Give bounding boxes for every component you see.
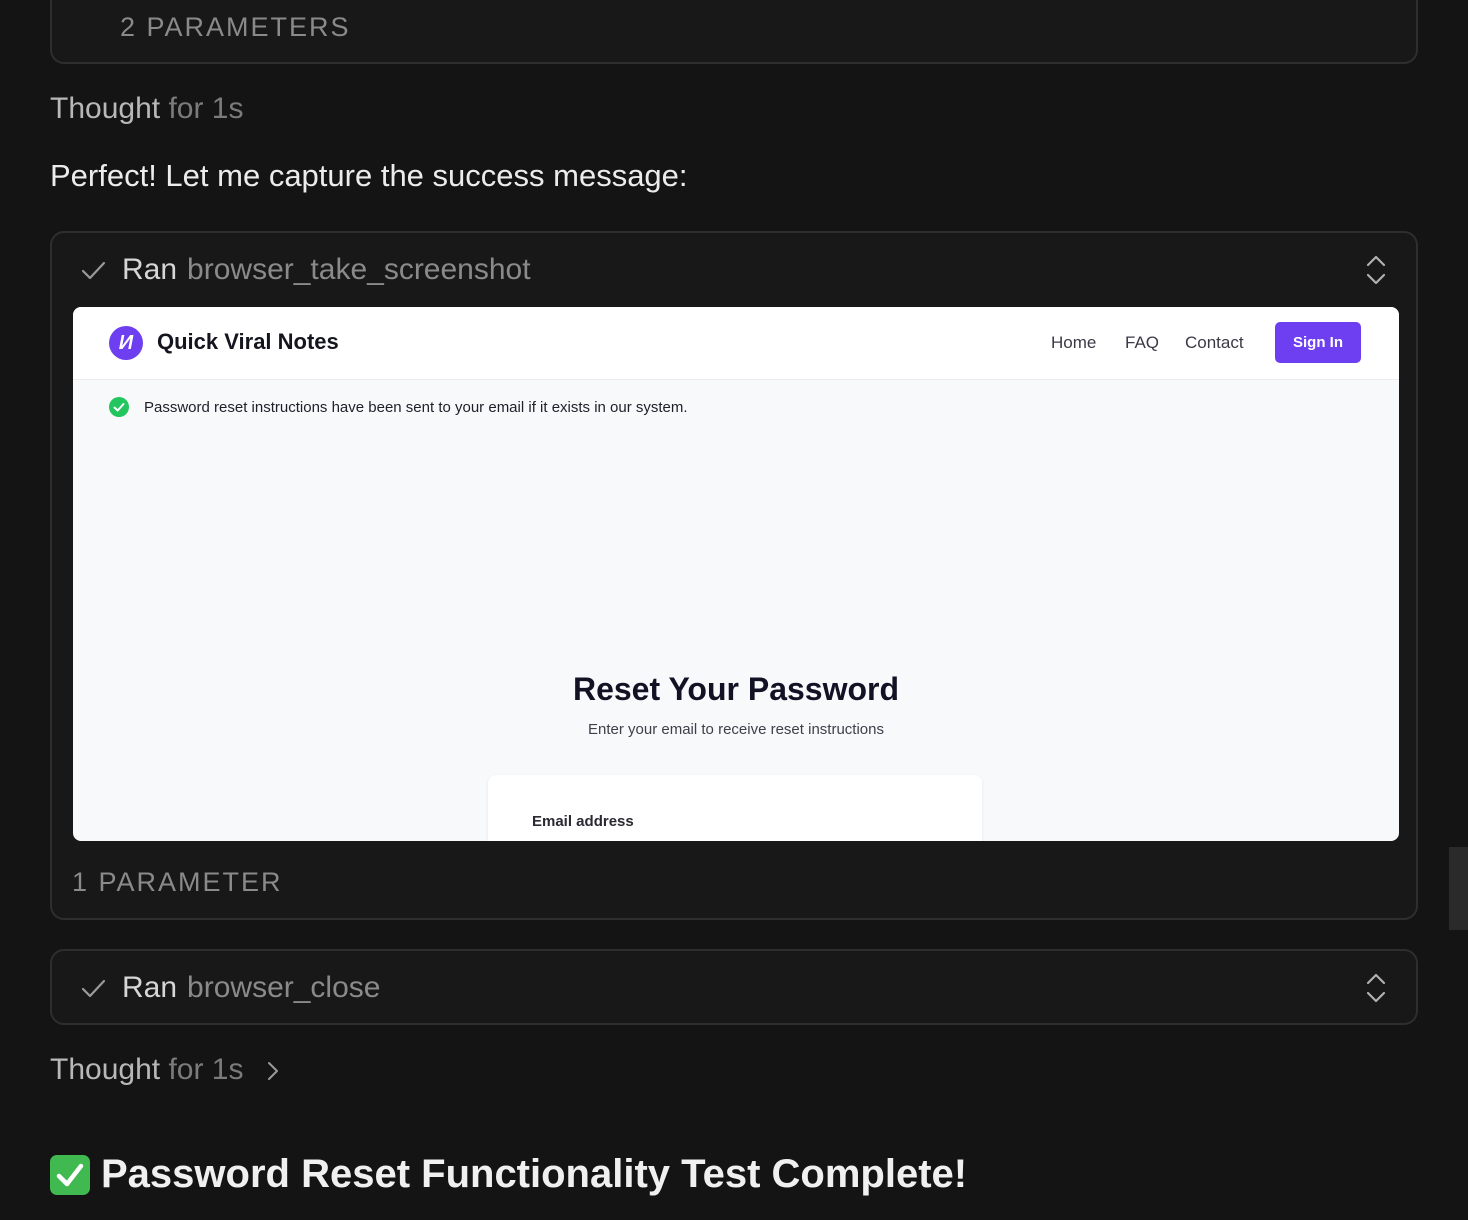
params-label[interactable]: 2 PARAMETERS: [120, 12, 351, 43]
tool-name: browser_close: [187, 971, 381, 1004]
sign-in-button: Sign In: [1275, 322, 1361, 363]
tool-card-screenshot: Ran browser_take_screenshot И Quick Vira…: [50, 231, 1418, 920]
tool-header[interactable]: Ran browser_take_screenshot: [78, 247, 531, 293]
nav-faq-link: FAQ: [1125, 333, 1160, 352]
check-mark-button-icon: [50, 1154, 90, 1195]
tool-card-close: Ran browser_close: [50, 949, 1418, 1025]
previous-tool-card: 2 PARAMETERS: [50, 0, 1418, 64]
reset-form-card: Email address: [488, 775, 982, 841]
success-text: Password reset instructions have been se…: [144, 398, 688, 416]
reset-subtitle: Enter your email to receive reset instru…: [588, 721, 884, 738]
thought-duration: for 1s: [168, 92, 244, 125]
expand-collapse-icon[interactable]: [1364, 971, 1388, 1005]
site-brand: Quick Viral Notes: [157, 329, 339, 354]
site-navbar: И Quick Viral Notes Home FAQ Contact Sig…: [73, 307, 1399, 380]
thought-label: Thought: [50, 1053, 161, 1086]
screenshot-preview: И Quick Viral Notes Home FAQ Contact Sig…: [73, 307, 1399, 841]
ran-label: Ran: [122, 971, 178, 1004]
reset-title: Reset Your Password: [572, 671, 900, 707]
scrollbar-thumb[interactable]: [1449, 847, 1468, 930]
tool-name: browser_take_screenshot: [187, 253, 531, 286]
nav-contact-link: Contact: [1185, 333, 1244, 352]
thought-duration: for 1s: [168, 1053, 244, 1086]
final-heading: Password Reset Functionality Test Comple…: [50, 1152, 967, 1197]
expand-collapse-icon[interactable]: [1364, 253, 1388, 287]
params-label[interactable]: 1 PARAMETER: [72, 867, 283, 898]
thought-indicator[interactable]: Thought for 1s: [50, 1053, 280, 1087]
check-icon: [81, 261, 106, 280]
email-label: Email address: [532, 813, 634, 830]
nav-home-link: Home: [1051, 333, 1097, 352]
success-alert: Password reset instructions have been se…: [109, 397, 688, 417]
tool-header[interactable]: Ran browser_close: [78, 965, 380, 1011]
check-icon: [81, 979, 106, 998]
check-circle-icon: [109, 397, 129, 417]
final-heading-text: Password Reset Functionality Test Comple…: [101, 1152, 968, 1196]
thought-label: Thought: [50, 92, 161, 125]
site-logo: И: [109, 326, 143, 360]
thought-indicator[interactable]: Thought for 1s: [50, 92, 243, 126]
assistant-message: Perfect! Let me capture the success mess…: [50, 158, 688, 193]
chevron-right-icon[interactable]: [266, 1060, 280, 1082]
ran-label: Ran: [122, 253, 178, 286]
